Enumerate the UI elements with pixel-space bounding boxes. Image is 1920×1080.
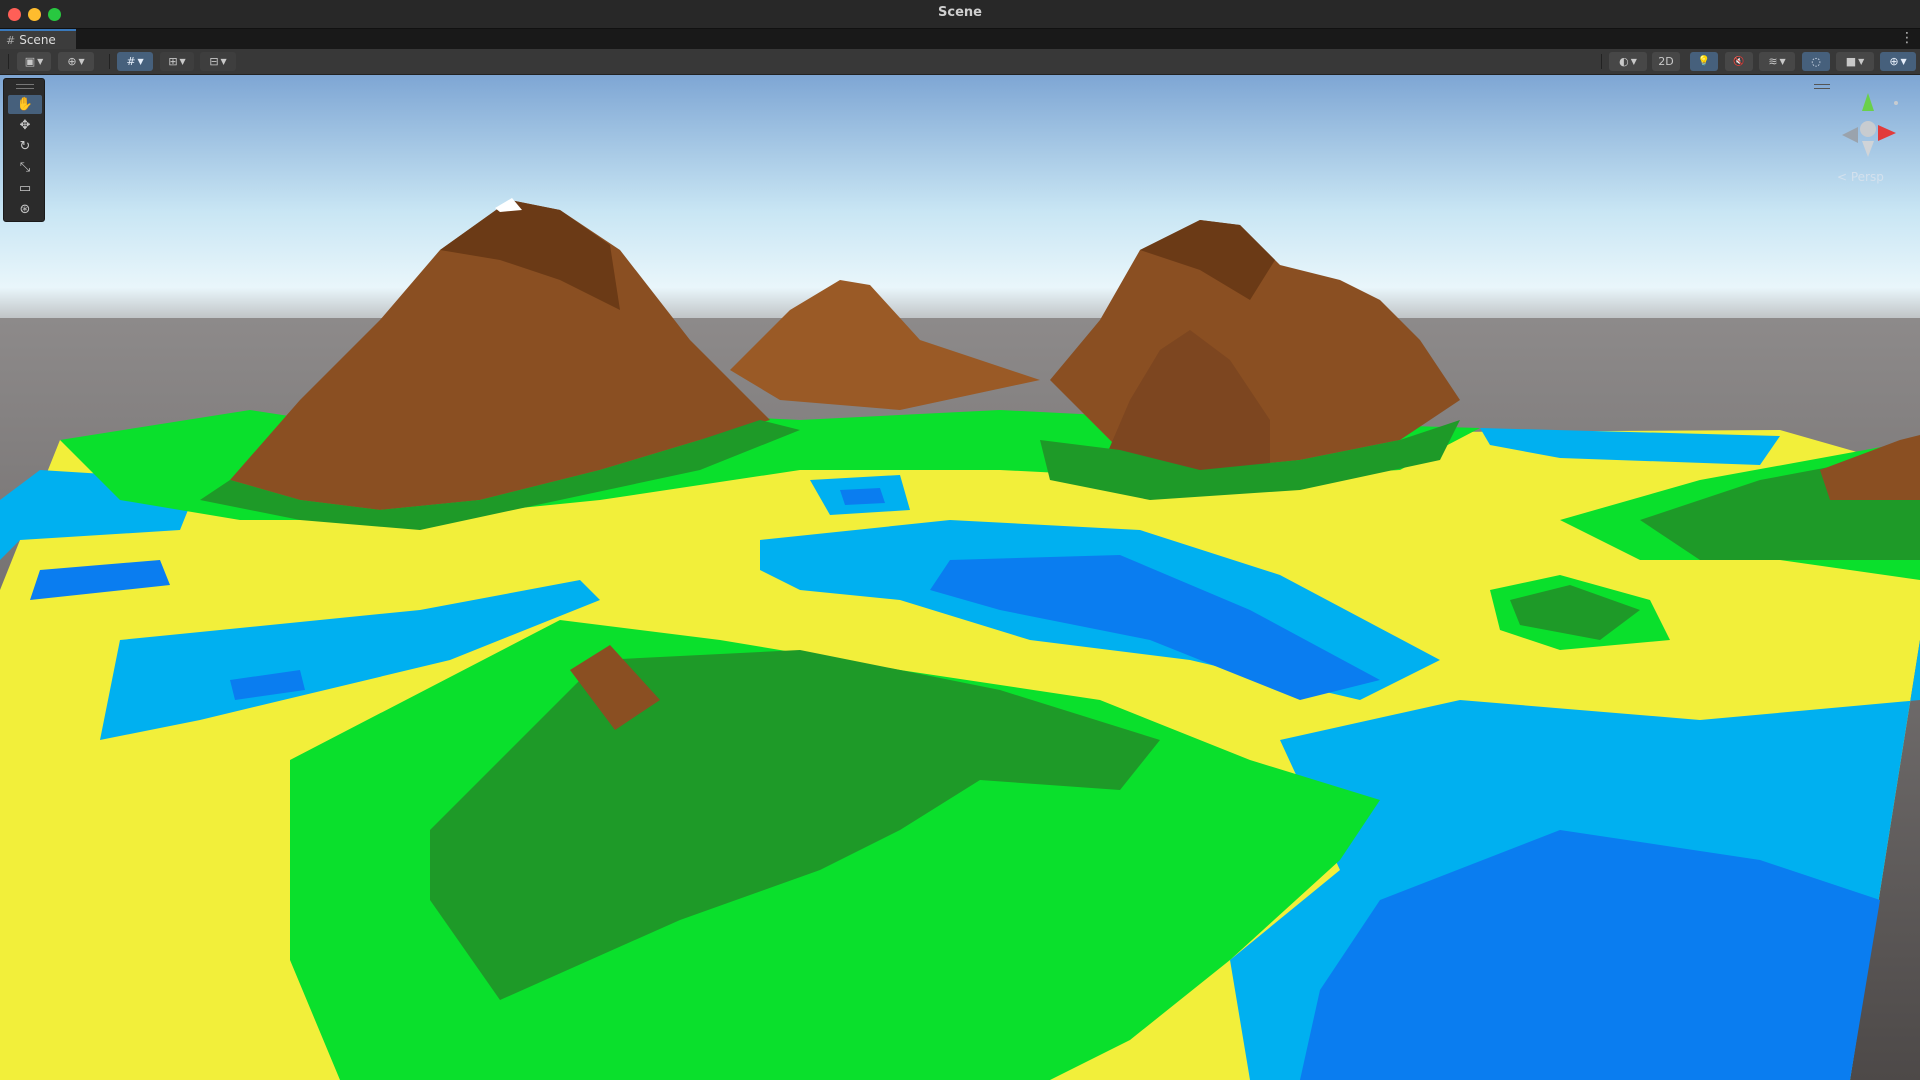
snap-settings-dropdown[interactable]: ⊟ ▼ <box>200 52 236 71</box>
scene-toolbar: ▣ ▼ ⊕ ▼ # ▼ ⊞ ▼ ⊟ ▼ ◐ ▼ 2D 💡 🔇 ≋ ▼ ◌ ■ ▼ ⊕ ▼ <box>0 49 1920 75</box>
sky <box>0 75 1920 325</box>
scale-tool[interactable]: ⤡ <box>8 158 42 177</box>
lightbulb-icon: 💡 <box>1697 56 1711 67</box>
eye-hidden-icon: ◌ <box>1811 55 1821 68</box>
title-bar: Scene <box>0 0 1920 29</box>
scale-icon: ⤡ <box>19 160 31 175</box>
hand-icon: ✋ <box>16 97 34 112</box>
gizmo-y-axis <box>1862 93 1874 111</box>
rect-icon: ▭ <box>18 181 32 196</box>
gizmo-neg-y <box>1862 141 1874 157</box>
audio-toggle[interactable]: 🔇 <box>1725 52 1753 71</box>
tab-scene[interactable]: # Scene <box>0 29 76 49</box>
window-title: Scene <box>938 5 982 20</box>
lighting-toggle[interactable]: 💡 <box>1690 52 1718 71</box>
transform-icon: ⊛ <box>19 202 31 217</box>
small-pond-deep <box>840 488 885 505</box>
tab-scene-label: Scene <box>19 33 56 47</box>
chevron-down-icon: ▼ <box>1900 57 1907 66</box>
chevron-down-icon: ▼ <box>78 57 85 66</box>
tab-menu-icon[interactable]: ⋮ <box>1900 30 1914 46</box>
camera-icon: ■ <box>1845 55 1857 68</box>
gizmo-dot <box>1894 101 1898 105</box>
chevron-down-icon: ▼ <box>1779 57 1786 66</box>
global-space-dropdown[interactable]: ⊕ ▼ <box>58 52 94 71</box>
move-tool[interactable]: ✥ <box>8 116 42 135</box>
camera-dropdown[interactable]: ■ ▼ <box>1836 52 1874 71</box>
terrain-render <box>0 75 1920 1080</box>
rect-tool[interactable]: ▭ <box>8 179 42 198</box>
hidden-objects-toggle[interactable]: ◌ <box>1802 52 1830 71</box>
toolbar-separator <box>8 54 9 69</box>
chevron-down-icon: ▼ <box>179 57 186 66</box>
grid-snap-icon: # <box>126 55 136 68</box>
effects-dropdown[interactable]: ≋ ▼ <box>1759 52 1795 71</box>
effects-icon: ≋ <box>1768 55 1778 68</box>
shading-icon: ◐ <box>1619 55 1629 68</box>
snap-settings-icon: ⊟ <box>209 55 219 68</box>
chevron-down-icon: ▼ <box>220 57 227 66</box>
chevron-down-icon: ▼ <box>37 57 44 66</box>
globe-icon: ⊕ <box>67 55 77 68</box>
chevron-down-icon: ▼ <box>1630 57 1637 66</box>
drag-handle[interactable] <box>16 84 34 89</box>
projection-label[interactable]: < Persp <box>1837 170 1884 184</box>
increment-snap-icon: ⊞ <box>168 55 178 68</box>
rotate-tool[interactable]: ↻ <box>8 137 42 156</box>
hand-tool[interactable]: ✋ <box>8 95 42 114</box>
tool-palette: ✋ ✥ ↻ ⤡ ▭ ⊛ <box>3 78 45 222</box>
toolbar-separator <box>1601 54 1602 69</box>
gizmos-dropdown[interactable]: ⊕ ▼ <box>1880 52 1916 71</box>
toolbar-separator <box>109 54 110 69</box>
chevron-down-icon: ▼ <box>137 57 144 66</box>
gizmos-icon: ⊕ <box>1889 55 1899 68</box>
gizmo-center <box>1860 121 1876 137</box>
chevron-down-icon: ▼ <box>1858 57 1865 66</box>
speaker-muted-icon: 🔇 <box>1733 56 1745 67</box>
transform-tool[interactable]: ⊛ <box>8 200 42 219</box>
gizmo-z-axis <box>1842 127 1858 143</box>
draw-mode-icon: ▣ <box>24 55 36 68</box>
scene-viewport[interactable] <box>0 75 1920 1080</box>
move-icon: ✥ <box>19 118 31 133</box>
tab-bar: # Scene ⋮ <box>0 29 1920 49</box>
gizmo-x-axis <box>1878 125 1896 141</box>
grid-snap-toggle[interactable]: # ▼ <box>117 52 153 71</box>
2d-toggle[interactable]: 2D <box>1652 52 1680 71</box>
draw-mode-dropdown[interactable]: ▣ ▼ <box>17 52 51 71</box>
grid-icon: # <box>6 33 16 47</box>
shading-mode-dropdown[interactable]: ◐ ▼ <box>1609 52 1647 71</box>
increment-snap-dropdown[interactable]: ⊞ ▼ <box>160 52 194 71</box>
rotate-icon: ↻ <box>19 139 31 154</box>
